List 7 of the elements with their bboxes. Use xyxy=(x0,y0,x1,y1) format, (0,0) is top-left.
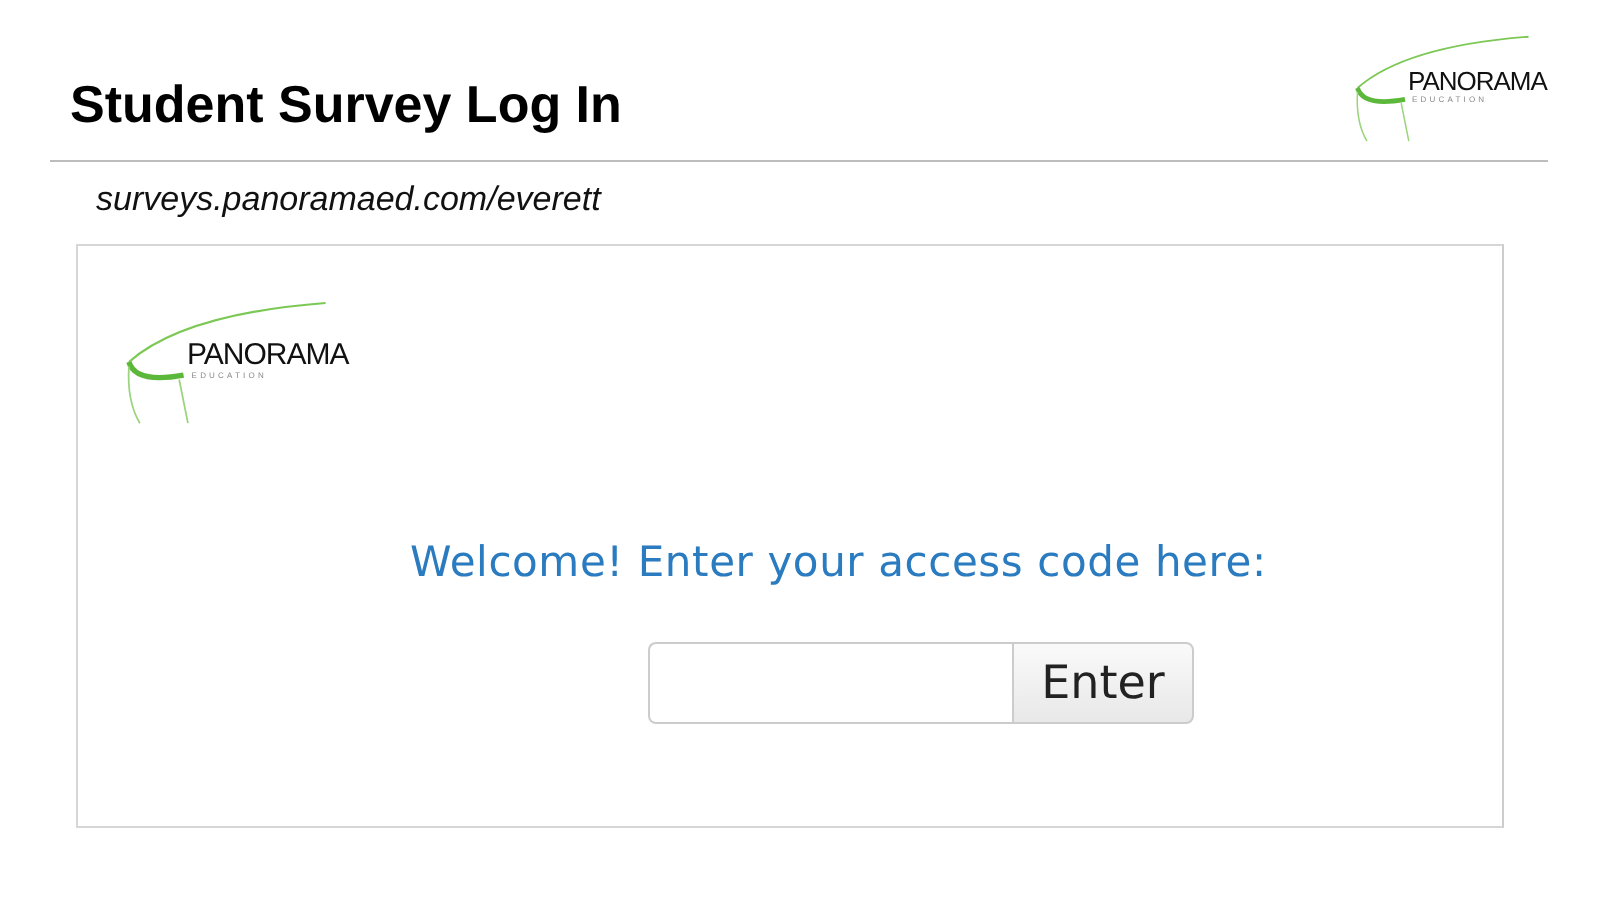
survey-url: surveys.panoramaed.com/everett xyxy=(96,180,604,220)
access-code-field[interactable] xyxy=(648,642,1012,724)
logo-text: PANORAMA xyxy=(1408,66,1547,97)
welcome-message: Welcome! Enter your access code here: xyxy=(410,538,1269,586)
enter-button[interactable]: Enter xyxy=(1012,642,1194,724)
logo-text: PANORAMA xyxy=(187,337,349,372)
page-title: Student Survey Log In xyxy=(70,74,622,136)
